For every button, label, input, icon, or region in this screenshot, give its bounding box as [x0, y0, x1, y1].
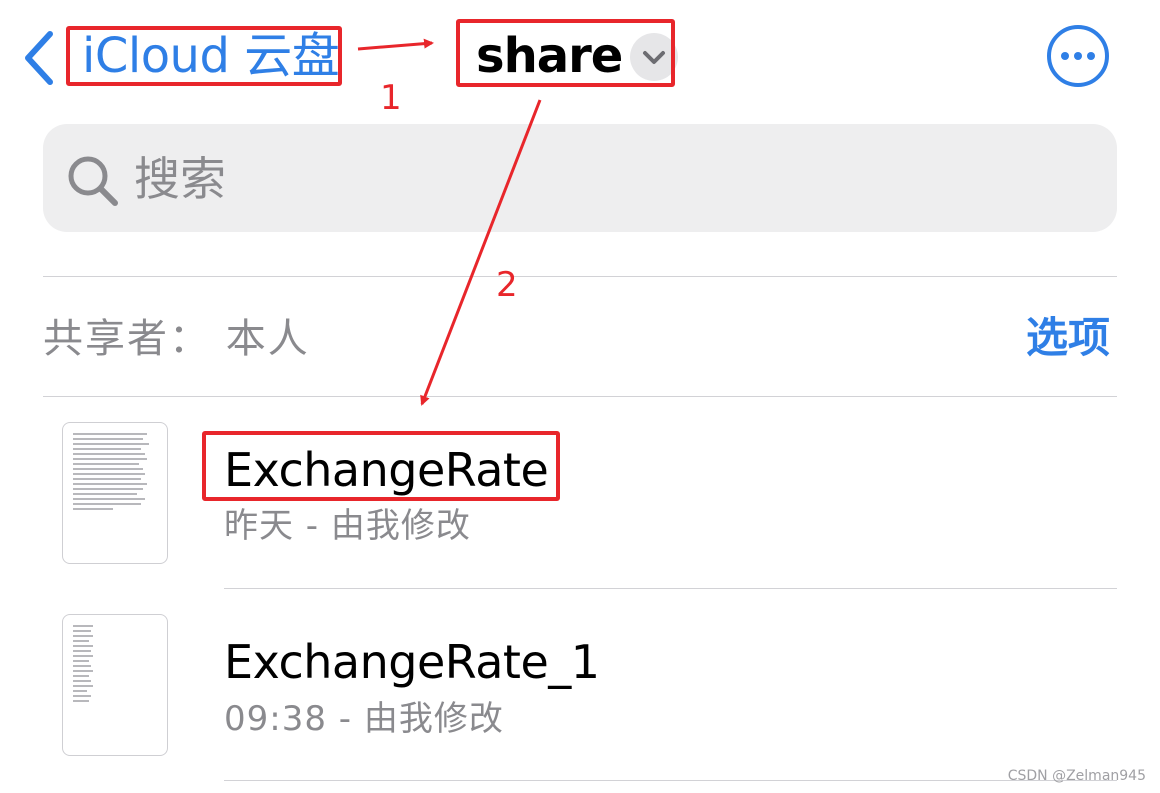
arrow-2 — [420, 99, 542, 406]
arrow-1 — [357, 38, 434, 51]
annotation-step-2: 2 — [496, 265, 518, 305]
annotation-arrows — [357, 38, 542, 406]
annotation-step-1: 1 — [380, 78, 402, 118]
watermark: CSDN @Zelman945 — [1007, 768, 1146, 784]
